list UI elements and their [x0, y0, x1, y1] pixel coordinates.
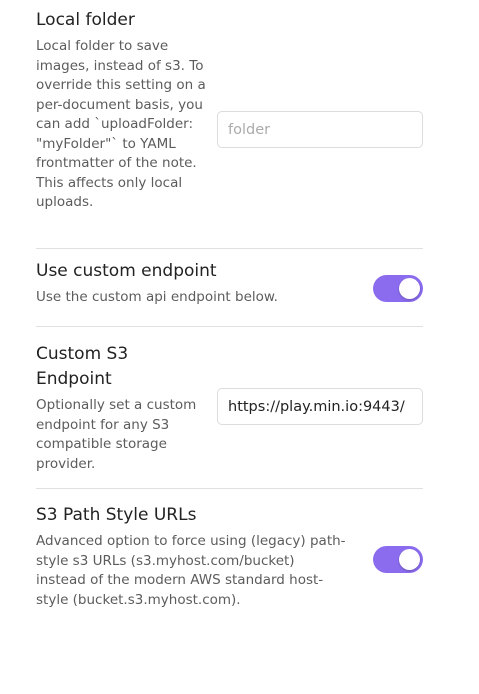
custom-s3-endpoint-input[interactable] — [217, 388, 423, 425]
setting-description: Use the custom api endpoint below. — [36, 289, 278, 305]
toggle-knob — [399, 549, 420, 570]
setting-info: Use custom endpoint Use the custom api e… — [36, 259, 336, 308]
use-custom-endpoint-toggle[interactable] — [373, 275, 423, 302]
setting-description: Advanced option to force using (legacy) … — [36, 533, 346, 608]
setting-s3-path-style-urls: S3 Path Style URLs Advanced option to fo… — [36, 489, 423, 629]
setting-control — [217, 388, 423, 425]
settings-panel: Local folder Local folder to save images… — [36, 0, 423, 629]
setting-control — [373, 275, 423, 302]
setting-name: Custom S3 Endpoint — [36, 344, 129, 389]
s3-path-style-urls-toggle[interactable] — [373, 546, 423, 573]
setting-info: Local folder Local folder to save images… — [36, 8, 206, 213]
setting-description: Optionally set a custom endpoint for any… — [36, 397, 197, 472]
setting-use-custom-endpoint: Use custom endpoint Use the custom api e… — [36, 249, 423, 327]
setting-name: S3 Path Style URLs — [36, 505, 197, 525]
setting-name: Use custom endpoint — [36, 261, 217, 281]
setting-local-folder: Local folder Local folder to save images… — [36, 0, 423, 249]
toggle-knob — [399, 278, 420, 299]
setting-info: Custom S3 Endpoint Optionally set a cust… — [36, 342, 206, 474]
setting-name: Local folder — [36, 10, 135, 30]
setting-custom-s3-endpoint: Custom S3 Endpoint Optionally set a cust… — [36, 327, 423, 489]
setting-description: Local folder to save images, instead of … — [36, 38, 206, 210]
setting-control — [373, 546, 423, 573]
setting-control — [217, 111, 423, 148]
setting-info: S3 Path Style URLs Advanced option to fo… — [36, 503, 346, 610]
local-folder-input[interactable] — [217, 111, 423, 148]
